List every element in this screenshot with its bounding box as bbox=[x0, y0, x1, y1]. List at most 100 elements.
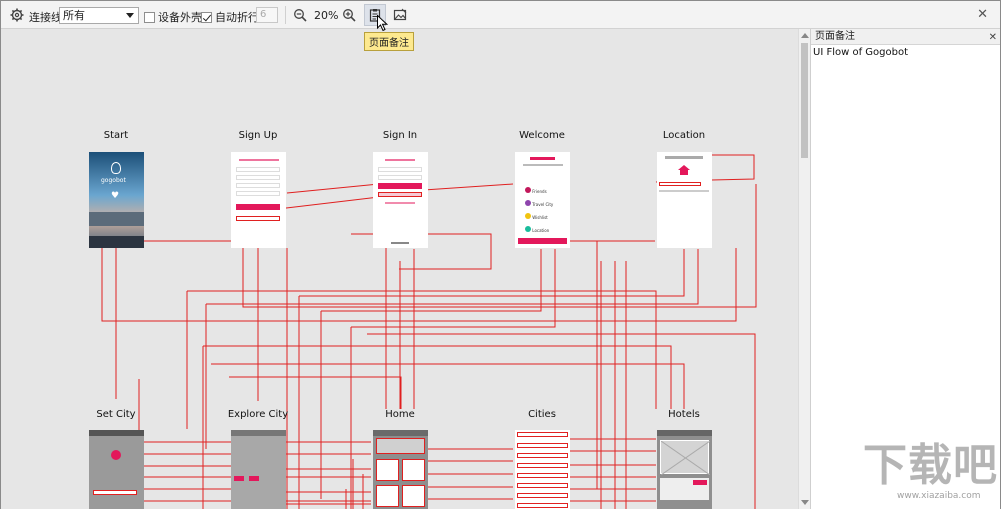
explorecity-tag[interactable] bbox=[234, 476, 244, 481]
home-card[interactable] bbox=[402, 459, 425, 481]
screen-explorecity[interactable] bbox=[231, 430, 286, 509]
home-card[interactable] bbox=[376, 459, 399, 481]
signin-field[interactable] bbox=[378, 175, 422, 180]
screen-home[interactable] bbox=[373, 430, 428, 509]
device-shell-checkbox[interactable]: 设备外壳 bbox=[144, 9, 202, 25]
screen-title-welcome: Welcome bbox=[519, 130, 565, 141]
close-icon[interactable]: ✕ bbox=[977, 7, 988, 22]
wrap-count-value: 6 bbox=[260, 9, 267, 20]
screen-start[interactable]: gogobot ♥ bbox=[89, 152, 144, 248]
zoom-out-icon bbox=[291, 6, 309, 24]
heart-icon: ♥ bbox=[111, 191, 120, 201]
explorecity-tag[interactable] bbox=[249, 476, 259, 481]
scroll-up-icon[interactable] bbox=[801, 33, 809, 38]
setcity-row[interactable] bbox=[93, 490, 137, 495]
connect-select[interactable]: 所有 bbox=[59, 7, 139, 24]
welcome-item[interactable]: Wishlist bbox=[525, 211, 553, 224]
welcome-item[interactable]: Location bbox=[525, 224, 553, 237]
watermark-url: www.xiazaiba.com bbox=[897, 491, 981, 501]
screen-title-location: Location bbox=[662, 130, 706, 141]
welcome-item[interactable]: Friends bbox=[525, 185, 553, 198]
home-card[interactable] bbox=[402, 485, 425, 507]
page-notes-header: 页面备注 ✕ bbox=[811, 29, 1000, 45]
location-search[interactable] bbox=[659, 182, 701, 186]
chevron-down-icon bbox=[126, 13, 134, 18]
image-button[interactable] bbox=[391, 6, 409, 24]
hotels-image[interactable] bbox=[660, 440, 711, 476]
cities-row[interactable] bbox=[517, 432, 568, 437]
signup-field[interactable] bbox=[236, 175, 280, 180]
explorecity-nav bbox=[231, 430, 286, 436]
signup-button[interactable] bbox=[236, 204, 280, 210]
screen-welcome[interactable]: Friends Travel City Wishlist Location bbox=[515, 152, 570, 248]
screen-title-signup: Sign Up bbox=[238, 130, 278, 141]
welcome-item-label: Friends bbox=[532, 189, 547, 194]
screen-signup[interactable] bbox=[231, 152, 286, 248]
home-banner[interactable] bbox=[376, 438, 425, 454]
cities-row[interactable] bbox=[517, 463, 568, 468]
cities-row[interactable] bbox=[517, 483, 568, 488]
page-notes-body[interactable]: UI Flow of Gogobot bbox=[811, 45, 1000, 60]
close-icon[interactable]: ✕ bbox=[989, 30, 997, 46]
screen-title-hotels: Hotels bbox=[668, 409, 700, 420]
welcome-item[interactable]: Travel City bbox=[525, 198, 553, 211]
welcome-header bbox=[530, 157, 555, 160]
signin-forgot-link[interactable] bbox=[385, 202, 415, 204]
device-shell-box[interactable] bbox=[144, 11, 155, 23]
welcome-item-label: Location bbox=[532, 228, 550, 233]
signin-facebook-button[interactable] bbox=[378, 192, 422, 197]
cities-row[interactable] bbox=[517, 473, 568, 478]
home-card[interactable] bbox=[376, 485, 399, 507]
welcome-subtitle bbox=[523, 164, 563, 166]
wrap-count-input[interactable]: 6 bbox=[256, 7, 278, 23]
cities-row[interactable] bbox=[517, 503, 568, 508]
auto-wrap-label: 自动折行 bbox=[215, 11, 259, 24]
screen-hotels[interactable] bbox=[657, 430, 712, 509]
scroll-thumb[interactable] bbox=[801, 43, 808, 158]
screen-title-start: Start bbox=[103, 130, 129, 141]
friends-icon bbox=[525, 187, 531, 193]
setcity-pin-icon bbox=[111, 450, 121, 460]
zoom-in-button[interactable] bbox=[340, 6, 358, 24]
page-notes-panel: 页面备注 ✕ UI Flow of Gogobot bbox=[810, 29, 1000, 509]
signin-field[interactable] bbox=[378, 167, 422, 172]
flow-canvas[interactable]: Start gogobot ♥ Sign Up Sign In Welcome … bbox=[1, 29, 798, 509]
settings-button[interactable] bbox=[8, 6, 26, 24]
welcome-item-label: Travel City bbox=[532, 202, 554, 207]
signup-field[interactable] bbox=[236, 191, 280, 196]
zoom-level: 20% bbox=[314, 9, 338, 22]
image-icon bbox=[391, 6, 409, 24]
welcome-item-label: Wishlist bbox=[532, 215, 548, 220]
gogobot-logo-icon bbox=[111, 162, 121, 174]
cities-row[interactable] bbox=[517, 453, 568, 458]
scroll-down-icon[interactable] bbox=[801, 500, 809, 505]
auto-wrap-checkbox[interactable]: 自动折行 bbox=[201, 9, 259, 25]
screen-cities[interactable] bbox=[515, 430, 570, 509]
hotels-nav bbox=[657, 430, 712, 436]
hotels-book-button[interactable] bbox=[693, 480, 707, 485]
watermark: 下载吧 www.xiazaiba.com bbox=[863, 443, 998, 502]
canvas-scrollbar[interactable] bbox=[798, 29, 810, 509]
screen-setcity[interactable] bbox=[89, 430, 144, 509]
cities-row[interactable] bbox=[517, 493, 568, 498]
cursor-icon bbox=[377, 14, 389, 35]
zoom-out-button[interactable] bbox=[291, 6, 309, 24]
connect-label: 连接线 bbox=[29, 9, 62, 25]
auto-wrap-box[interactable] bbox=[201, 11, 212, 23]
cities-row[interactable] bbox=[517, 443, 568, 448]
gear-icon bbox=[8, 6, 26, 24]
signin-button[interactable] bbox=[378, 183, 422, 189]
start-pier-image bbox=[89, 212, 144, 226]
toolbar-divider bbox=[285, 6, 286, 24]
signup-link[interactable] bbox=[236, 216, 280, 221]
location-hint bbox=[659, 190, 709, 192]
setcity-nav bbox=[89, 430, 144, 436]
screen-title-cities: Cities bbox=[528, 409, 556, 420]
signup-field[interactable] bbox=[236, 167, 280, 172]
start-bottom-bar[interactable] bbox=[89, 236, 144, 248]
welcome-continue-button[interactable] bbox=[518, 238, 567, 244]
screen-location[interactable] bbox=[657, 152, 712, 248]
screen-signin[interactable] bbox=[373, 152, 428, 248]
device-shell-label: 设备外壳 bbox=[158, 11, 202, 24]
signup-field[interactable] bbox=[236, 183, 280, 188]
